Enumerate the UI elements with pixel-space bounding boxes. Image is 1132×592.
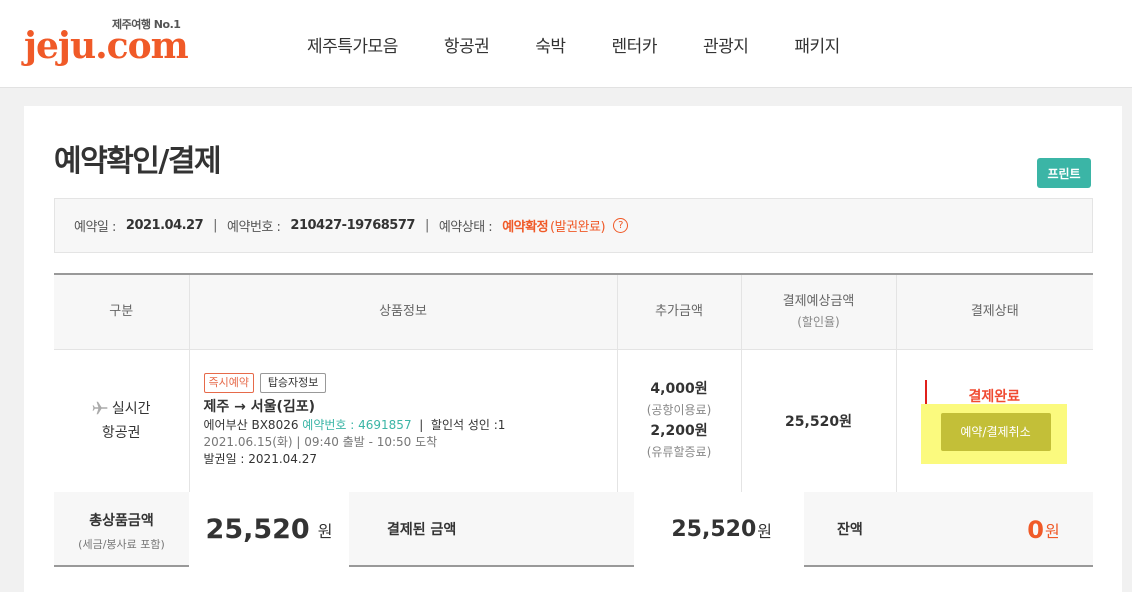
fuel-surcharge-amount: 2,200원 bbox=[650, 422, 708, 439]
product-info-cell: 즉시예약 탑승자정보 제주 → 서울(김포) 에어부산 BX8026 예약번호 … bbox=[189, 349, 618, 493]
col-header-status: 결제상태 bbox=[896, 274, 1093, 350]
col-header-category: 구분 bbox=[54, 274, 190, 350]
airplane-icon bbox=[92, 400, 108, 422]
extra-amount-cell: 4,000원 (공항이용료) 2,200원 (유류할증료) bbox=[617, 349, 742, 493]
col-header-expected: 결제예상금액 (할인율) bbox=[741, 274, 897, 350]
reservation-status-label: 예약상태 : bbox=[438, 220, 493, 235]
category-line2: 항공권 bbox=[101, 424, 141, 441]
page-title: 예약확인/결제 bbox=[54, 144, 222, 179]
total-amount-cell: 25,520 원 bbox=[189, 492, 349, 567]
flight-route: 제주 → 서울(김포) bbox=[203, 399, 316, 415]
total-label: 총상품금액 bbox=[89, 513, 154, 529]
reservation-info-bar: 예약일 : 2021.04.27 | 예약번호 : 210427-1976857… bbox=[54, 198, 1093, 253]
total-unit: 원 bbox=[317, 521, 333, 541]
reservation-status-detail: (발권완료) bbox=[550, 220, 606, 235]
divider: | bbox=[213, 218, 218, 233]
nav-item-flights[interactable]: 항공권 bbox=[444, 32, 490, 57]
main-nav: 제주특가모음 항공권 숙박 렌터카 관광지 패키지 bbox=[284, 0, 863, 88]
reservation-number: 210427-19768577 bbox=[290, 218, 415, 233]
balance-unit: 원 bbox=[1044, 521, 1060, 541]
airport-fee-label: (공항이용료) bbox=[646, 402, 712, 417]
divider: | bbox=[415, 418, 428, 432]
reservation-table: 구분 상품정보 추가금액 결제예상금액 (할인율) 결제상태 실시간 항공권 즉… bbox=[54, 273, 1093, 493]
col-header-extra: 추가금액 bbox=[617, 274, 742, 350]
reservation-date-label: 예약일 : bbox=[74, 220, 116, 235]
print-button[interactable]: 프린트 bbox=[1037, 158, 1091, 188]
seat-info: 할인석 성인 :1 bbox=[430, 418, 506, 432]
col-header-product: 상품정보 bbox=[189, 274, 618, 350]
col-header-expected-label: 결제예상금액 bbox=[782, 293, 855, 309]
expected-amount-cell: 25,520원 bbox=[741, 349, 897, 493]
paid-amount-cell: 25,520 원 bbox=[634, 492, 804, 567]
flight-schedule: 2021.06.15(화) | 09:40 출발 - 10:50 도착 bbox=[203, 435, 438, 449]
total-sub-label: (세금/봉사료 포함) bbox=[78, 538, 165, 551]
expected-amount: 25,520원 bbox=[785, 413, 852, 430]
issue-date: 발권일 : 2021.04.27 bbox=[203, 452, 318, 466]
col-header-expected-sub: (할인율) bbox=[797, 314, 840, 329]
table-row: 실시간 항공권 즉시예약 탑승자정보 제주 → 서울(김포) 에어부산 BX80… bbox=[54, 349, 1093, 493]
total-amount: 25,520 bbox=[205, 514, 310, 545]
reservation-number-label: 예약번호 : bbox=[227, 220, 281, 235]
instant-booking-badge: 즉시예약 bbox=[203, 373, 254, 393]
passenger-info-button[interactable]: 탑승자정보 bbox=[259, 373, 327, 393]
site-header: 제주여행 No.1 jeju.com 제주특가모음 항공권 숙박 렌터카 관광지… bbox=[0, 0, 1132, 88]
totals-row: 총상품금액 (세금/봉사료 포함) 25,520 원 결제된 금액 25,520… bbox=[54, 492, 1093, 567]
table-header-row: 구분 상품정보 추가금액 결제예상금액 (할인율) 결제상태 bbox=[54, 274, 1093, 350]
divider: | bbox=[424, 218, 429, 233]
total-label-cell: 총상품금액 (세금/봉사료 포함) bbox=[54, 492, 189, 567]
site-logo[interactable]: 제주여행 No.1 jeju.com bbox=[24, 14, 189, 68]
reservation-date: 2021.04.27 bbox=[125, 218, 204, 233]
help-icon[interactable]: ? bbox=[613, 218, 629, 233]
nav-item-lodging[interactable]: 숙박 bbox=[535, 32, 566, 57]
airline-flight: 에어부산 BX8026 bbox=[203, 418, 299, 432]
category-cell: 실시간 항공권 bbox=[54, 349, 190, 493]
balance-label: 잔액 bbox=[837, 522, 863, 538]
payment-status: 결제완료 bbox=[968, 388, 1021, 405]
booking-number: 예약번호 : 4691857 bbox=[302, 418, 412, 432]
paid-unit: 원 bbox=[757, 521, 772, 541]
cancel-booking-button[interactable]: 예약/결제취소 bbox=[940, 412, 1051, 451]
balance-amount-cell: 0 원 bbox=[994, 492, 1093, 567]
paid-amount: 25,520 bbox=[671, 517, 757, 542]
balance-amount: 0 bbox=[1027, 515, 1044, 544]
nav-item-rentcar[interactable]: 렌터카 bbox=[612, 32, 658, 57]
category-line1: 실시간 bbox=[111, 400, 151, 417]
airport-fee-amount: 4,000원 bbox=[650, 380, 708, 397]
fuel-surcharge-label: (유류할증료) bbox=[646, 444, 712, 459]
nav-item-attractions[interactable]: 관광지 bbox=[703, 32, 749, 57]
reservation-status: 예약확정 bbox=[502, 220, 549, 235]
paid-amount-label: 결제된 금액 bbox=[387, 522, 457, 538]
logo-text: jeju.com bbox=[24, 25, 189, 67]
nav-item-packages[interactable]: 패키지 bbox=[794, 32, 840, 57]
payment-status-cell: 결제완료 예약/결제취소 bbox=[896, 349, 1093, 493]
nav-item-jeju-deals[interactable]: 제주특가모음 bbox=[307, 32, 398, 57]
content-panel: 예약확인/결제 프린트 예약일 : 2021.04.27 | 예약번호 : 21… bbox=[24, 106, 1122, 592]
